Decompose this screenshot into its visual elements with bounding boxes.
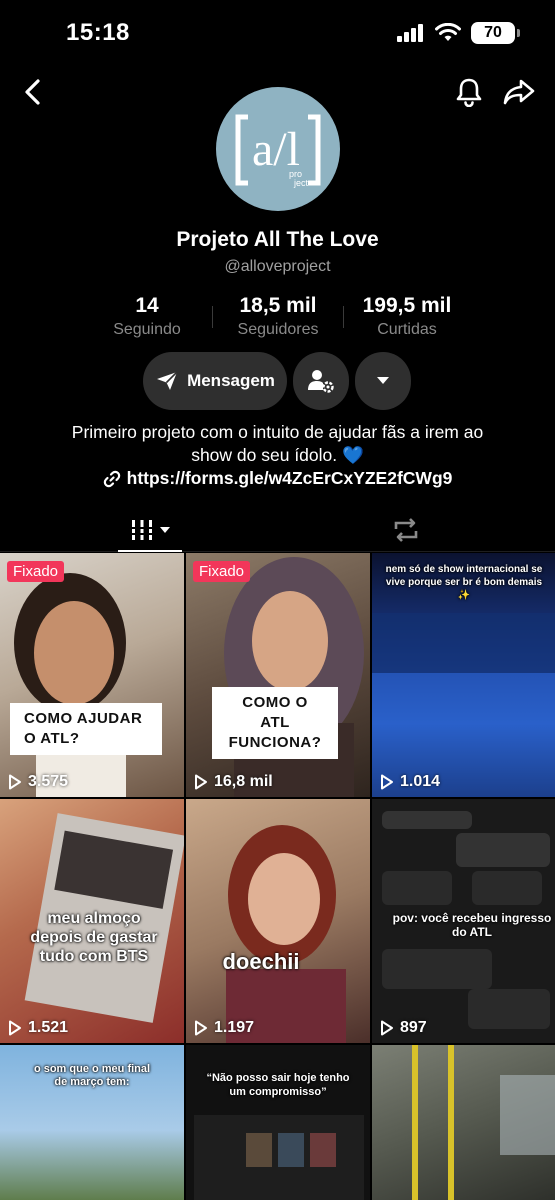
bio-line-2: show do seu ídolo. 💙: [191, 445, 364, 465]
video-caption: COMO O ATL FUNCIONA?: [212, 687, 338, 759]
play-icon: [195, 1020, 207, 1036]
svg-text:ject: ject: [293, 178, 309, 188]
video-thumbnail: [224, 557, 364, 797]
pinned-badge: Fixado: [193, 561, 251, 582]
video-grid-icon: [132, 520, 152, 540]
profile-handle: @alloveproject: [224, 258, 331, 275]
message-button-label: Mensagem: [187, 371, 275, 390]
stat-following-label: Seguindo: [113, 321, 181, 338]
view-count: 3.575: [8, 773, 68, 791]
view-count-value: 897: [400, 1019, 427, 1036]
message-button[interactable]: Mensagem: [143, 352, 287, 410]
view-count: 1.197: [194, 1019, 254, 1037]
tab-videos[interactable]: [118, 508, 182, 552]
profile-avatar[interactable]: a/l pro ject: [216, 87, 340, 211]
view-count: 16,8 mil: [194, 773, 273, 791]
play-icon: [9, 774, 21, 790]
tab-reposts[interactable]: [374, 508, 438, 552]
play-icon: [9, 1020, 21, 1036]
back-button[interactable]: [14, 74, 50, 110]
video-caption: COMO AJUDAR O ATL?: [10, 703, 162, 755]
signal-icon: [397, 24, 423, 42]
video-caption: nem só de show internacional se vive por…: [385, 564, 543, 601]
tab-active-indicator: [118, 550, 182, 552]
project-logo: a/l pro ject: [235, 114, 321, 188]
wifi-icon: [435, 23, 461, 41]
stat-following[interactable]: 14 Seguindo: [82, 294, 212, 339]
play-icon: [381, 774, 393, 790]
view-count-value: 1.521: [28, 1019, 69, 1036]
stat-followers-value: 18,5 mil: [239, 294, 317, 317]
stat-followers[interactable]: 18,5 mil Seguidores: [213, 294, 343, 339]
video-tile[interactable]: doechii 1.197: [186, 799, 370, 1043]
video-tile[interactable]: meu almoço depois de gastar tudo com BTS…: [0, 799, 184, 1043]
view-count: 897: [380, 1019, 427, 1037]
stat-likes-label: Curtidas: [377, 321, 437, 338]
stat-following-value: 14: [135, 294, 159, 317]
stat-followers-label: Seguidores: [237, 321, 319, 338]
bio-line-1: Primeiro projeto com o intuito de ajudar…: [71, 422, 484, 442]
video-caption: doechii: [222, 949, 300, 974]
video-thumbnail: [226, 825, 346, 1043]
bell-icon: [456, 78, 482, 107]
caret-down-icon: [377, 377, 389, 384]
video-thumbnail: [412, 1045, 555, 1200]
status-time: 15:18: [66, 19, 130, 46]
profile-actions: Mensagem: [0, 352, 555, 410]
video-thumbnail: [14, 573, 126, 797]
stat-likes[interactable]: 199,5 mil Curtidas: [342, 294, 472, 339]
share-arrow-icon: [503, 79, 535, 105]
status-icons: 70: [397, 22, 520, 44]
video-tile[interactable]: nem só de show internacional se vive por…: [372, 553, 555, 797]
repost-icon: [394, 518, 418, 542]
user-gear-icon: [308, 370, 334, 393]
profile-bio: Primeiro projeto com o intuito de ajudar…: [0, 421, 555, 467]
send-icon: [157, 371, 178, 390]
content-tabs: [0, 508, 555, 552]
follow-settings-button[interactable]: [293, 352, 349, 410]
play-icon: [381, 1020, 393, 1036]
bio-link[interactable]: https://forms.gle/w4ZcErCxYZE2fCWg9: [0, 468, 555, 489]
play-icon: [195, 774, 207, 790]
view-count: 1.521: [8, 1019, 68, 1037]
battery-indicator: 70: [471, 22, 520, 44]
view-count-value: 16,8 mil: [214, 773, 273, 790]
video-caption: “Não posso sair hoje tenho um compromiss…: [206, 1072, 350, 1098]
bio-link-text: https://forms.gle/w4ZcErCxYZE2fCWg9: [126, 468, 453, 488]
view-count-value: 3.575: [28, 773, 69, 790]
status-bar: 15:18 70: [0, 0, 555, 66]
share-button[interactable]: [501, 74, 537, 110]
view-count-value: 1.197: [214, 1019, 255, 1036]
pinned-badge: Fixado: [7, 561, 65, 582]
video-grid: Fixado COMO AJUDAR O ATL? 3.575 Fixado C…: [0, 553, 555, 1200]
video-caption: o som que o meu final de março tem:: [33, 1063, 151, 1088]
caret-down-icon: [160, 526, 170, 533]
profile-name: Projeto All The Love: [176, 228, 379, 251]
video-tile[interactable]: Fixado COMO O ATL FUNCIONA? 16,8 mil: [186, 553, 370, 797]
video-caption: meu almoço depois de gastar tudo com BTS: [30, 910, 158, 965]
chevron-left-icon: [25, 79, 40, 105]
video-tile[interactable]: Fixado COMO AJUDAR O ATL? 3.575: [0, 553, 184, 797]
video-tile[interactable]: [372, 1045, 555, 1200]
video-tile[interactable]: “Não posso sair hoje tenho um compromiss…: [186, 1045, 370, 1200]
notification-bell-button[interactable]: [451, 74, 487, 110]
video-tile[interactable]: o som que o meu final de março tem:: [0, 1045, 184, 1200]
more-options-button[interactable]: [355, 352, 411, 410]
view-count: 1.014: [380, 773, 440, 791]
stat-likes-value: 199,5 mil: [362, 294, 452, 317]
link-icon: [103, 470, 120, 487]
profile-stats: 14 Seguindo 18,5 mil Seguidores 199,5 mi…: [0, 294, 555, 342]
view-count-value: 1.014: [400, 773, 441, 790]
video-caption: pov: você recebeu ingresso do ATL: [392, 911, 552, 939]
video-thumbnail: [194, 1115, 364, 1200]
video-tile[interactable]: pov: você recebeu ingresso do ATL 897: [372, 799, 555, 1043]
